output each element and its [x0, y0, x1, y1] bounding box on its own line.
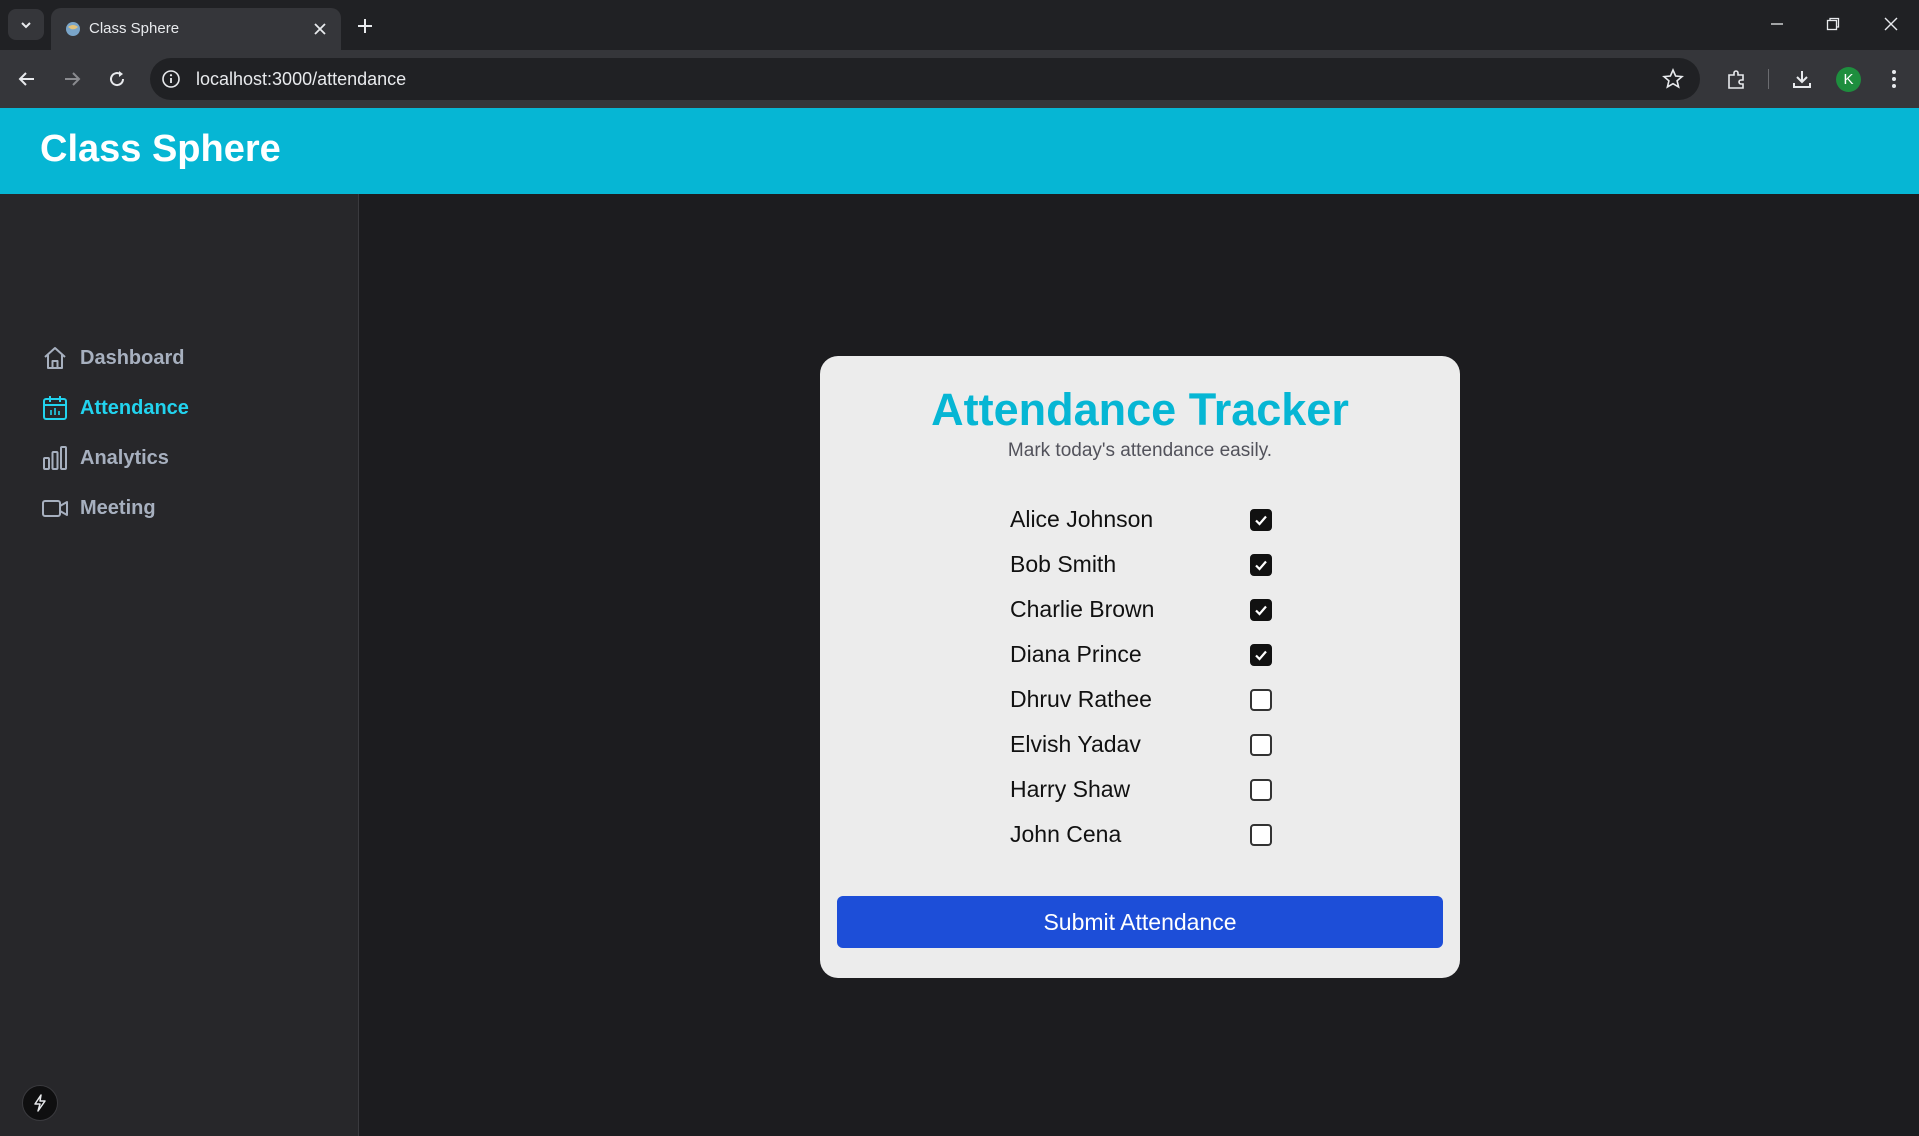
student-name: Charlie Brown	[1010, 596, 1155, 622]
sidebar: Dashboard Attendance Analytics Meeting	[0, 194, 359, 1136]
checkmark-icon	[1255, 560, 1267, 571]
calendar-icon	[40, 393, 70, 423]
profile-avatar[interactable]: K	[1836, 67, 1861, 92]
lightning-icon	[34, 1094, 46, 1112]
student-name: Elvish Yadav	[1010, 731, 1141, 757]
sidebar-item-label: Meeting	[80, 496, 156, 519]
close-icon	[1884, 17, 1898, 31]
student-name: Bob Smith	[1010, 551, 1117, 577]
sidebar-item-label: Dashboard	[80, 346, 185, 369]
student-row: John Cena	[1010, 821, 1280, 866]
attendance-checkbox[interactable]	[1250, 824, 1272, 846]
student-name: Dhruv Rathee	[1010, 686, 1152, 712]
reload-icon	[110, 71, 125, 87]
checkmark-icon	[1255, 515, 1267, 526]
submit-attendance-button[interactable]: Submit Attendance	[837, 896, 1443, 948]
student-name: John Cena	[1010, 821, 1122, 847]
attendance-checkbox[interactable]	[1250, 644, 1272, 666]
new-tab-button[interactable]	[352, 13, 378, 39]
tab-title: Class Sphere	[89, 20, 180, 37]
page-title: Attendance Tracker	[931, 384, 1349, 435]
checkmark-icon	[1255, 605, 1267, 616]
attendance-checkbox[interactable]	[1250, 689, 1272, 711]
home-icon	[40, 343, 70, 373]
plus-icon	[358, 19, 372, 33]
attendance-checkbox[interactable]	[1250, 599, 1272, 621]
dev-tools-indicator[interactable]	[22, 1085, 58, 1121]
close-window-button[interactable]	[1874, 10, 1908, 38]
chevron-down-icon	[21, 21, 31, 28]
sidebar-item-label: Attendance	[80, 396, 189, 419]
checkmark-icon	[1255, 650, 1267, 661]
back-button[interactable]	[13, 65, 41, 93]
downloads-button[interactable]	[1788, 65, 1816, 93]
bookmark-star-icon[interactable]	[1662, 68, 1684, 90]
minimize-icon	[1771, 23, 1783, 25]
bar-chart-icon	[40, 443, 70, 473]
student-row: Dhruv Rathee	[1010, 686, 1280, 731]
restore-button[interactable]	[1816, 10, 1850, 38]
attendance-card: Attendance Tracker Mark today's attendan…	[820, 356, 1460, 978]
tab-search-button[interactable]	[8, 9, 44, 40]
browser-toolbar: localhost:3000/attendance K	[0, 50, 1919, 108]
download-icon	[1793, 71, 1811, 88]
app-header: Class Sphere	[0, 108, 1919, 194]
app-title: Class Sphere	[40, 128, 281, 170]
student-row: Charlie Brown	[1010, 596, 1280, 641]
arrow-right-icon	[65, 72, 81, 86]
student-row: Elvish Yadav	[1010, 731, 1280, 776]
sidebar-item-attendance[interactable]: Attendance	[40, 391, 189, 425]
page-subtitle: Mark today's attendance easily.	[1007, 440, 1273, 461]
student-row: Harry Shaw	[1010, 776, 1280, 821]
minimize-button[interactable]	[1760, 10, 1794, 38]
forward-button[interactable]	[58, 65, 86, 93]
sidebar-item-analytics[interactable]: Analytics	[40, 441, 169, 475]
browser-tabstrip: Class Sphere	[0, 0, 1919, 50]
puzzle-icon	[1728, 70, 1744, 89]
address-bar[interactable]: localhost:3000/attendance	[150, 58, 1700, 100]
toolbar-divider	[1768, 69, 1769, 89]
attendance-checkbox[interactable]	[1250, 779, 1272, 801]
site-info-icon[interactable]	[160, 68, 182, 90]
student-row: Alice Johnson	[1010, 506, 1280, 551]
browser-menu-button[interactable]	[1880, 65, 1908, 93]
extensions-button[interactable]	[1723, 65, 1751, 93]
reload-button[interactable]	[103, 65, 131, 93]
arrow-left-icon	[18, 72, 34, 86]
student-row: Bob Smith	[1010, 551, 1280, 596]
student-name: Harry Shaw	[1010, 776, 1131, 802]
student-name: Diana Prince	[1010, 641, 1142, 667]
more-vertical-icon	[1892, 70, 1896, 88]
student-row: Diana Prince	[1010, 641, 1280, 686]
sidebar-item-label: Analytics	[80, 446, 169, 469]
url-text: localhost:3000/attendance	[196, 69, 407, 89]
sidebar-item-dashboard[interactable]: Dashboard	[40, 341, 184, 375]
attendance-checkbox[interactable]	[1250, 509, 1272, 531]
student-name: Alice Johnson	[1010, 506, 1154, 532]
close-tab-icon[interactable]	[311, 20, 329, 38]
video-camera-icon	[40, 493, 70, 523]
restore-icon	[1826, 17, 1840, 31]
attendance-checkbox[interactable]	[1250, 734, 1272, 756]
sidebar-item-meeting[interactable]: Meeting	[40, 491, 156, 525]
attendance-checkbox[interactable]	[1250, 554, 1272, 576]
student-list: Alice Johnson Bob Smith Charlie Brown Diana…	[1010, 506, 1280, 866]
browser-tab[interactable]: Class Sphere	[51, 8, 341, 50]
globe-icon	[66, 22, 80, 36]
